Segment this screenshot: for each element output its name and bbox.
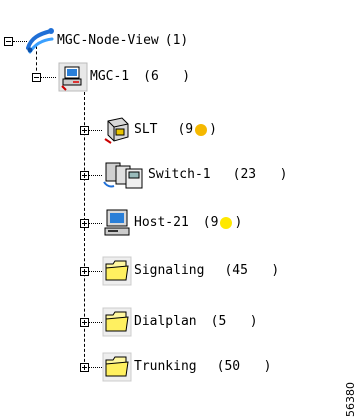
node-tree: MGC-Node-View (1) MGC-1 (6 ) SLT (9) Sw… — [0, 0, 361, 417]
mgc-node-icon — [58, 62, 88, 92]
node-count: (9 ) — [202, 215, 243, 230]
node-count: (5 ) — [210, 314, 258, 329]
expand-toggle-trunking[interactable] — [80, 363, 89, 372]
expand-toggle-slt[interactable] — [80, 126, 89, 135]
host-computer-icon — [102, 208, 132, 238]
expand-toggle-mgc-1[interactable] — [32, 73, 41, 82]
node-label: MGC-1 — [90, 69, 130, 84]
switch-icon — [102, 160, 146, 190]
folder-icon — [102, 352, 132, 382]
expand-toggle-root[interactable] — [4, 37, 13, 46]
node-label: Dialplan — [134, 314, 197, 329]
folder-icon — [102, 307, 132, 337]
figure-id: 56380 — [344, 382, 357, 417]
tree-node-switch-1[interactable]: Switch-1 (23 ) — [102, 160, 287, 190]
status-indicator-slt — [195, 124, 208, 136]
expand-toggle-host-21[interactable] — [80, 219, 89, 228]
node-label: Switch-1 — [148, 167, 211, 182]
status-indicator-host-21 — [220, 217, 233, 229]
expand-toggle-switch-1[interactable] — [80, 171, 89, 180]
tree-node-trunking[interactable]: Trunking (50 ) — [102, 352, 271, 382]
slt-device-icon — [102, 115, 132, 145]
node-label: Host-21 — [134, 215, 189, 230]
node-label: SLT — [134, 122, 158, 137]
node-count: (23 ) — [232, 167, 288, 182]
node-count: (9 ) — [177, 122, 217, 137]
node-count: (1) — [164, 33, 189, 48]
tree-node-root[interactable]: MGC-Node-View (1) — [25, 26, 188, 56]
node-label: Trunking — [134, 359, 197, 374]
tree-node-mgc-1[interactable]: MGC-1 (6 ) — [58, 62, 190, 92]
node-count: (45 ) — [224, 263, 280, 278]
tree-node-host-21[interactable]: Host-21 (9 ) — [102, 208, 242, 238]
network-view-icon — [25, 26, 55, 56]
tree-node-dialplan[interactable]: Dialplan (5 ) — [102, 307, 258, 337]
tree-node-slt[interactable]: SLT (9 ) — [102, 115, 217, 145]
node-label: MGC-Node-View — [57, 33, 159, 48]
tree-node-signaling[interactable]: Signaling (45 ) — [102, 256, 279, 286]
node-count: (6 ) — [143, 69, 191, 84]
expand-toggle-dialplan[interactable] — [80, 318, 89, 327]
folder-icon — [102, 256, 132, 286]
node-label: Signaling — [134, 263, 205, 278]
expand-toggle-signaling[interactable] — [80, 267, 89, 276]
node-count: (50 ) — [216, 359, 272, 374]
